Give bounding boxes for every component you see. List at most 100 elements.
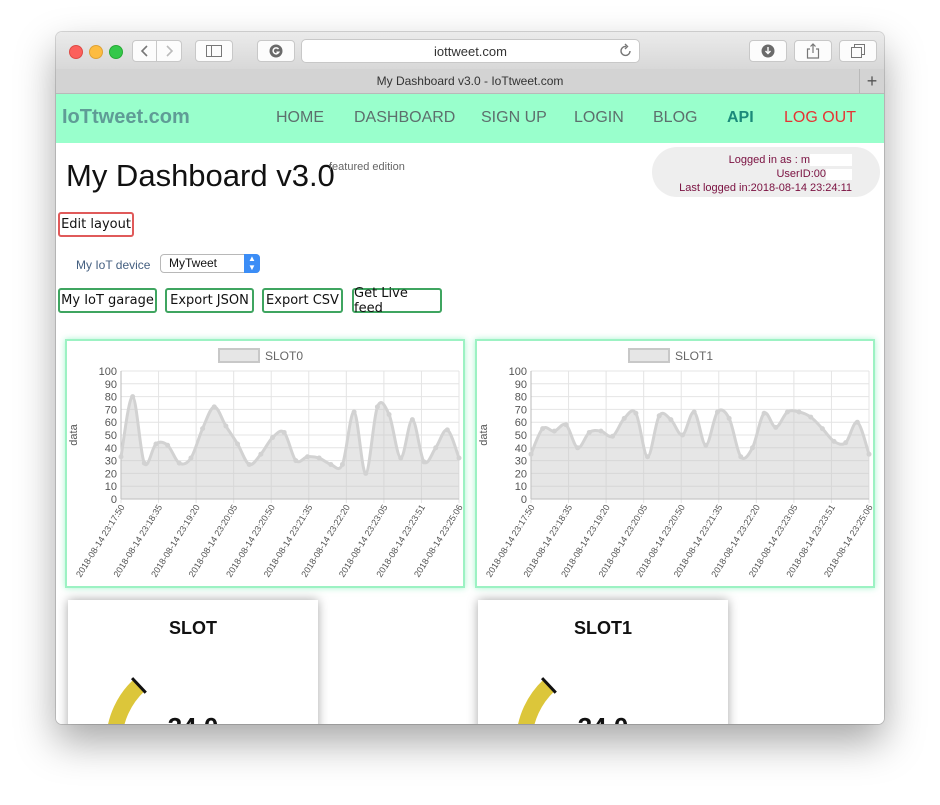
nav-blog[interactable]: BLOG [653, 109, 697, 127]
chart-slot0: SLOT00102030405060708090100data2018-08-1… [68, 348, 463, 579]
data-point [703, 442, 709, 448]
redacted-user-id [826, 168, 852, 180]
y-tick-label: 0 [521, 494, 527, 506]
y-tick-label: 100 [99, 366, 117, 378]
browser-window: iottweet.com My Dashboard v3.0 - IoTtwee… [56, 32, 884, 724]
gauge-slot1: 34.0 [518, 677, 628, 724]
y-tick-label: 10 [515, 481, 527, 493]
y-tick-label: 80 [515, 392, 527, 404]
logged-in-as: Logged in as : m [728, 154, 810, 166]
data-point [118, 454, 124, 460]
page-title: My Dashboard v3.0 [66, 158, 335, 193]
data-point [749, 445, 755, 451]
y-tick-label: 30 [515, 456, 527, 468]
data-point [246, 461, 252, 467]
gauge-fill [518, 679, 555, 724]
share-button[interactable] [794, 40, 832, 62]
y-axis-label: data [68, 423, 80, 445]
y-tick-label: 70 [515, 404, 527, 416]
data-point [421, 459, 427, 465]
data-point [386, 412, 392, 418]
tabs-icon [851, 44, 865, 58]
data-point [153, 441, 159, 447]
y-tick-label: 100 [509, 366, 527, 378]
legend-label: SLOT1 [675, 349, 713, 363]
data-point [819, 426, 825, 432]
y-tick-label: 90 [515, 379, 527, 391]
gauge-fill [108, 679, 145, 724]
login-info-box: Logged in as : m UserID:00 Last logged i… [652, 147, 880, 197]
y-tick-label: 40 [105, 443, 117, 455]
data-point [433, 445, 439, 451]
y-tick-label: 50 [515, 430, 527, 442]
data-point [761, 410, 767, 416]
data-point [854, 419, 860, 425]
back-button[interactable] [132, 40, 157, 62]
data-point [610, 433, 616, 439]
address-bar[interactable]: iottweet.com [301, 39, 640, 63]
y-tick-label: 60 [515, 417, 527, 429]
chevron-left-icon [140, 45, 148, 57]
data-point [691, 409, 697, 415]
nav-login[interactable]: LOGIN [574, 109, 624, 127]
tab-title[interactable]: My Dashboard v3.0 - IoTtweet.com [377, 74, 564, 88]
reload-icon[interactable] [619, 43, 633, 59]
chart-card-slot1: SLOT1 0 10 20 30 40 50 60 70 80 90 100 data 2018-08-1… [475, 339, 875, 588]
data-point [200, 426, 206, 432]
data-point [141, 460, 147, 466]
data-point [188, 455, 194, 461]
nav-sign-up[interactable]: SIGN UP [481, 109, 547, 127]
data-point [784, 409, 790, 415]
url-text: iottweet.com [434, 43, 507, 59]
zoom-window-button[interactable] [109, 45, 123, 59]
sidebar-toggle-button[interactable] [195, 40, 233, 62]
data-point [339, 461, 345, 467]
get-live-feed-button[interactable]: Get Live feed [352, 286, 442, 316]
y-tick-label: 20 [105, 468, 117, 480]
data-point [176, 460, 182, 466]
downloads-button[interactable] [749, 40, 787, 62]
data-point [281, 429, 287, 435]
nav-home[interactable]: HOME [276, 109, 324, 127]
data-point [714, 409, 720, 415]
download-icon [761, 44, 775, 58]
data-point [598, 428, 604, 434]
data-point [563, 422, 569, 428]
close-window-button[interactable] [69, 45, 83, 59]
minimize-window-button[interactable] [89, 45, 103, 59]
extension-button[interactable] [257, 40, 295, 62]
data-point [773, 424, 779, 430]
y-tick-label: 90 [105, 379, 117, 391]
select-arrows-icon: ▲ ▼ [244, 254, 260, 273]
nav-dashboard[interactable]: DASHBOARD [354, 109, 455, 127]
data-point [304, 454, 310, 460]
chart-card-slot0: SLOT0 0 10 20 30 40 50 60 70 80 90 100 data 2018-08-1… [65, 339, 465, 588]
plus-icon: + [866, 70, 878, 91]
data-point [293, 458, 299, 464]
device-select[interactable]: MyTweet ▲ ▼ [160, 254, 260, 273]
data-point [621, 415, 627, 421]
last-logged-in: Last logged in:2018-08-14 23:24:11 [679, 182, 852, 194]
nav-log-out[interactable]: LOG OUT [784, 109, 856, 127]
export-csv-button[interactable]: Export CSV [262, 288, 343, 313]
data-point [165, 442, 171, 448]
brand-logo[interactable]: IoTtweet.com [62, 106, 190, 129]
nav-api[interactable]: API [727, 109, 754, 127]
data-point [796, 409, 802, 415]
tabs-overview-button[interactable] [839, 40, 877, 62]
data-point [235, 441, 241, 447]
data-point [223, 423, 229, 429]
y-tick-label: 50 [105, 430, 117, 442]
y-tick-label: 30 [105, 456, 117, 468]
data-point [633, 410, 639, 416]
data-point [351, 409, 357, 415]
new-tab-button[interactable]: + [859, 69, 884, 93]
export-json-button[interactable]: Export JSON [165, 288, 254, 313]
my-iot-garage-button[interactable]: My IoT garage [58, 288, 157, 313]
data-point [680, 432, 686, 438]
page: IoTtweet.com HOME DASHBOARD SIGN UP LOGI… [56, 94, 884, 724]
share-icon [806, 43, 820, 59]
edit-layout-button[interactable]: Edit layout [58, 212, 134, 237]
data-point [831, 438, 837, 444]
forward-button[interactable] [157, 40, 182, 62]
